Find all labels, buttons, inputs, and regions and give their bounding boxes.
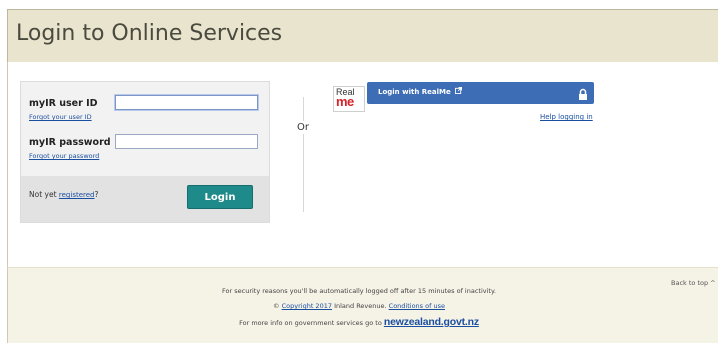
realme-login-button[interactable]: Login with RealMe: [367, 82, 594, 104]
back-to-top-link[interactable]: Back to top ^: [671, 279, 716, 287]
vertical-divider: [303, 97, 304, 212]
copyright-line: © Copyright 2017 Inland Revenue. Conditi…: [0, 302, 718, 310]
register-prompt-text: Not yet: [29, 190, 59, 199]
password-label: myIR password: [29, 137, 111, 148]
help-logging-in-link[interactable]: Help logging in: [540, 113, 593, 121]
page-title: Login to Online Services: [16, 21, 283, 46]
login-button[interactable]: Login: [187, 185, 253, 209]
user-id-label: myIR user ID: [29, 98, 98, 109]
login-form: myIR user ID Forgot your user ID myIR pa…: [20, 81, 270, 223]
external-link-icon: [455, 87, 462, 96]
security-notice: For security reasons you'll be automatic…: [222, 287, 496, 295]
forgot-user-id-link[interactable]: Forgot your user ID: [29, 113, 92, 121]
register-prompt-suffix: ?: [94, 190, 99, 199]
realme-logo: Real me: [333, 86, 365, 112]
realme-logo-bottom: me: [336, 94, 354, 109]
page-header: Login to Online Services: [7, 9, 718, 63]
realme-button-label: Login with RealMe: [378, 88, 451, 96]
newzealand-govt-link[interactable]: newzealand.govt.nz: [384, 316, 479, 328]
forgot-password-link[interactable]: Forgot your password: [29, 152, 99, 160]
window-top-edge: [0, 0, 718, 9]
conditions-of-use-link[interactable]: Conditions of use: [389, 302, 445, 310]
copyright-symbol: ©: [273, 302, 280, 310]
register-link[interactable]: registered: [59, 191, 95, 199]
copyright-link[interactable]: Copyright 2017: [282, 302, 332, 310]
password-input[interactable]: [115, 134, 258, 149]
or-separator: Or: [297, 121, 309, 134]
user-id-input[interactable]: [115, 95, 258, 110]
org-name: Inland Revenue.: [334, 302, 387, 310]
register-prompt: Not yet registered?: [29, 190, 98, 199]
govt-info-text: For more info on government services go …: [239, 319, 382, 327]
govt-info-line: For more info on government services go …: [0, 316, 718, 328]
lock-icon: [578, 86, 588, 100]
